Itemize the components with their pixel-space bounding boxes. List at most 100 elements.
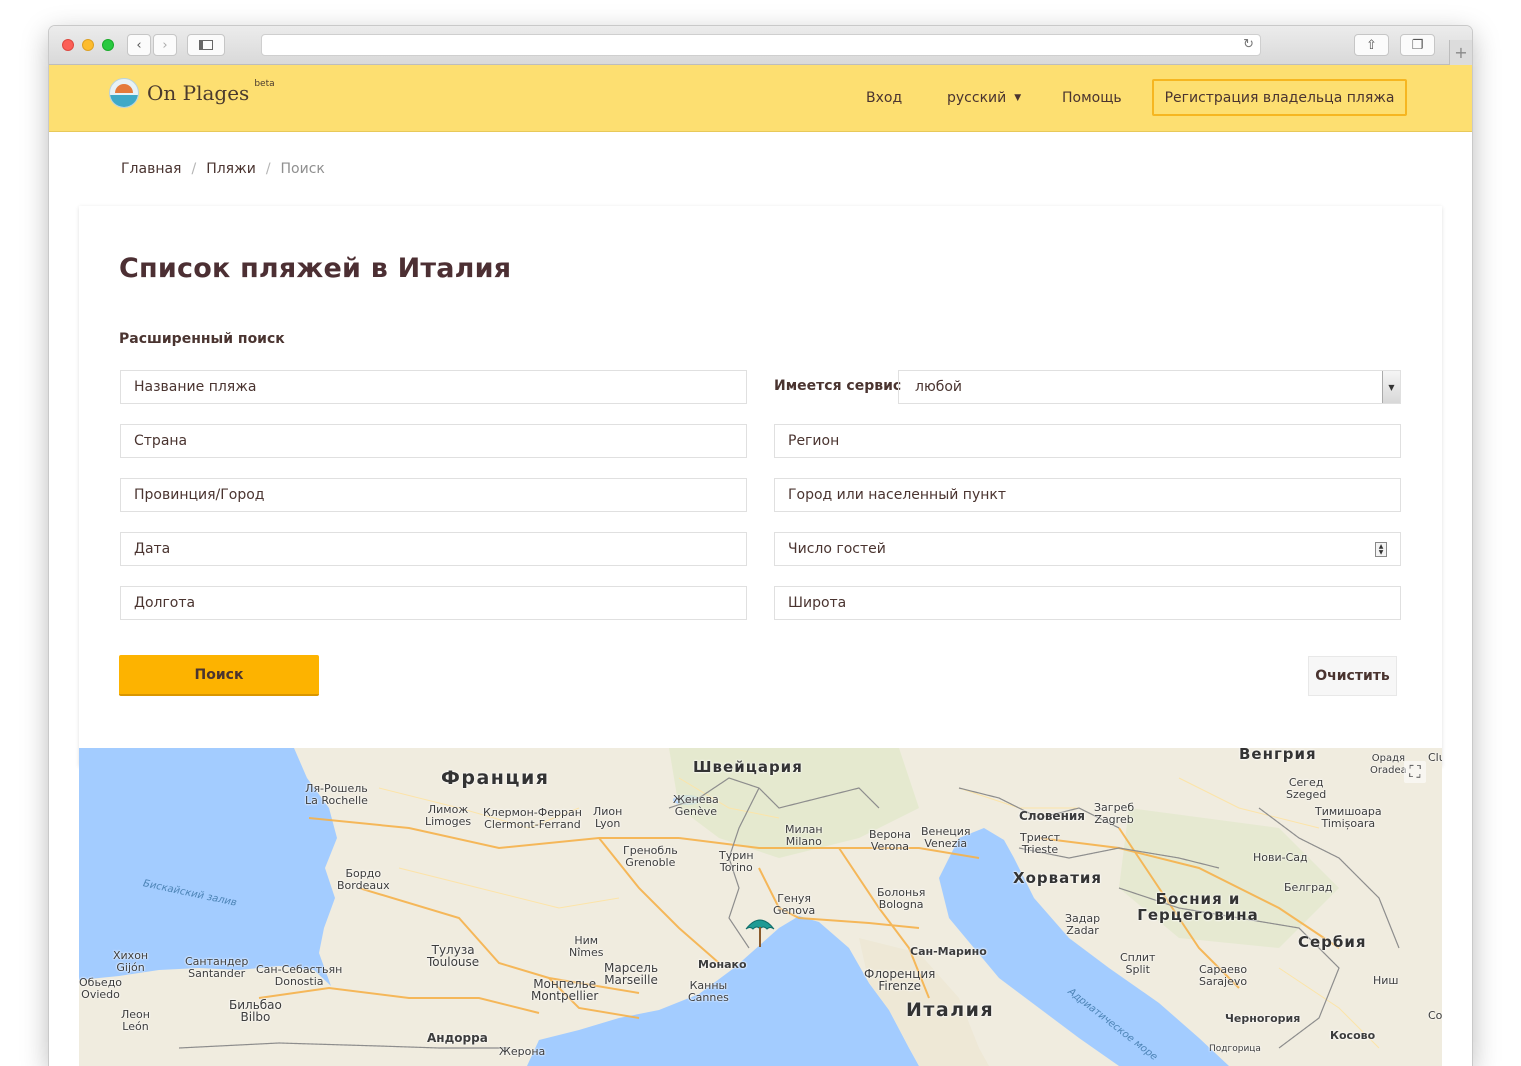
close-window-button[interactable] [62, 39, 74, 51]
breadcrumb-home[interactable]: Главная [121, 161, 181, 177]
browser-window: ‹ › ↻ ⇧ ❐ + On Plages beta Вход русский ▼… [49, 26, 1472, 1066]
beach-umbrella-icon[interactable] [744, 913, 776, 949]
map-label-city: Турин Torino [719, 849, 754, 874]
longitude-input[interactable]: Долгота [120, 586, 747, 620]
breadcrumb-current: Поиск [280, 161, 325, 177]
map-label-city: Флоренция Firenze [864, 967, 936, 993]
chevron-left-icon: ‹ [136, 37, 142, 53]
map-label-city: Монпелье Montpellier [531, 977, 599, 1003]
stepper-down-icon[interactable]: ▼ [1379, 549, 1384, 556]
map-label-city: Бордо Bordeaux [337, 867, 390, 892]
sidebar-toggle-button[interactable] [187, 34, 225, 56]
map-label-country: Словения [1019, 809, 1085, 823]
plus-icon: + [1454, 43, 1468, 62]
guests-placeholder: Число гостей [788, 541, 886, 557]
fullscreen-icon[interactable]: ⛶ [1404, 761, 1426, 783]
map-label-city: Леон León [121, 1008, 150, 1033]
map-label-city: Нови-Сад [1253, 851, 1308, 864]
chevron-down-icon: ▼ [1014, 93, 1022, 103]
new-tab-button[interactable]: + [1449, 40, 1472, 65]
map-label-country: Сербия [1298, 933, 1367, 951]
map-label-city: Милан Milano [785, 823, 823, 848]
beach-name-placeholder: Название пляжа [134, 379, 257, 395]
map-label-city: Сегед Szeged [1286, 776, 1327, 801]
province-placeholder: Провинция/Город [134, 487, 265, 503]
map-label-city: Черногория [1225, 1012, 1301, 1025]
latitude-placeholder: Широта [788, 595, 847, 611]
back-button[interactable]: ‹ [127, 34, 151, 56]
date-placeholder: Дата [134, 541, 171, 557]
map-label-city: Обьедо Oviedo [79, 976, 123, 1001]
map-label-city: Лион Lyon [593, 805, 623, 830]
map-label-city: Верона Verona [869, 828, 911, 853]
map-label-city: Белград [1284, 881, 1333, 894]
map-label-country: Андорра [427, 1031, 488, 1045]
search-button[interactable]: Поиск [119, 655, 319, 696]
service-label: Имеется сервис [774, 378, 902, 394]
language-label: русский [947, 90, 1007, 106]
map-label-country: Босния и Герцеговина [1137, 890, 1259, 924]
map-label-city: Венеция Venezia [921, 825, 971, 850]
search-card: Список пляжей в Италия Расширенный поиск… [79, 206, 1442, 766]
region-input[interactable]: Регион [774, 424, 1401, 458]
map-label-country: Венгрия [1239, 748, 1317, 763]
chevron-right-icon: › [162, 37, 168, 53]
map-label-country: Италия [906, 999, 995, 1021]
date-input[interactable]: Дата [120, 532, 747, 566]
beach-map[interactable]: Франция Швейцария Венгрия Словения Хорва… [79, 748, 1442, 1066]
clear-button[interactable]: Очистить [1308, 656, 1397, 696]
language-dropdown[interactable]: русский ▼ [947, 90, 1021, 106]
map-label-city: Задар Zadar [1065, 912, 1101, 937]
map-label-city: Лимож Limoges [425, 803, 472, 828]
map-label-city: Гренобль Grenoble [623, 844, 678, 869]
breadcrumb-beaches[interactable]: Пляжи [206, 161, 256, 177]
number-stepper[interactable]: ▲ ▼ [1375, 542, 1387, 557]
breadcrumb: Главная / Пляжи / Поиск [121, 161, 325, 177]
guests-input[interactable]: Число гостей ▲ ▼ [774, 532, 1401, 566]
country-input[interactable]: Страна [120, 424, 747, 458]
map-label-city: Сан-Марино [910, 945, 987, 958]
site-logo[interactable]: On Plages beta [109, 78, 275, 108]
beach-logo-icon [109, 78, 139, 108]
map-label-city: Косово [1330, 1029, 1376, 1042]
map-label-city: Co [1428, 1009, 1442, 1022]
beach-name-input[interactable]: Название пляжа [120, 370, 747, 404]
reload-icon[interactable]: ↻ [1243, 37, 1254, 52]
nav-help-link[interactable]: Помощь [1062, 90, 1122, 106]
map-label-city: Сараево Sarajevo [1199, 963, 1248, 988]
map-label-city: Женева Genève [673, 793, 719, 818]
register-owner-button[interactable]: Регистрация владельца пляжа [1152, 79, 1407, 116]
map-label-city: Ля-Рошель La Rochelle [305, 782, 368, 807]
service-select[interactable]: любой ▼ [898, 370, 1401, 404]
page-title: Список пляжей в Италия [119, 253, 512, 284]
map-label-city: Марсель Marseille [604, 961, 659, 987]
zoom-window-button[interactable] [102, 39, 114, 51]
map-label-city: Монако [698, 958, 747, 971]
breadcrumb-separator: / [265, 161, 271, 177]
minimize-window-button[interactable] [82, 39, 94, 51]
map-label-city: Загреб Zagreb [1094, 801, 1135, 826]
tabs-overview-button[interactable]: ❐ [1400, 34, 1435, 56]
map-label-city: Тулуза Toulouse [427, 943, 480, 969]
share-button[interactable]: ⇧ [1354, 34, 1389, 56]
site-header: On Plages beta Вход русский ▼ Помощь Реги… [49, 65, 1472, 132]
map-label-city: Бильбао Bilbo [229, 998, 282, 1024]
forward-button[interactable]: › [153, 34, 177, 56]
map-label-city: Хихон Gijón [113, 949, 149, 974]
sidebar-icon [199, 40, 213, 50]
nav-login-link[interactable]: Вход [866, 90, 902, 106]
logo-text: On Plages [147, 81, 250, 105]
city-input[interactable]: Город или населенный пункт [774, 478, 1401, 512]
country-placeholder: Страна [134, 433, 188, 449]
map-label-city: Сантандер Santander [185, 955, 249, 980]
address-bar[interactable]: ↻ [261, 34, 1261, 56]
region-placeholder: Регион [788, 433, 840, 449]
map-label-city: Ним Nîmes [569, 934, 604, 959]
map-label-country: Франция [441, 767, 550, 789]
map-label-city: Сан-Себастьян Donostia [256, 963, 343, 988]
map-label-city: Сплит Split [1120, 951, 1156, 976]
select-arrow-icon: ▼ [1382, 371, 1400, 403]
province-input[interactable]: Провинция/Город [120, 478, 747, 512]
service-selected-value: любой [915, 379, 963, 395]
latitude-input[interactable]: Широта [774, 586, 1401, 620]
